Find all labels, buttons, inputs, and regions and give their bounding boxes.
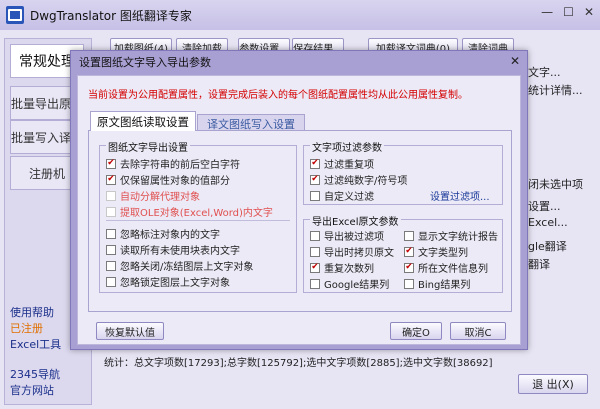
notice-text: 当前设置为公用配置属性，设置完成后装入的每个图纸配置属性均从此公用属性复制。 xyxy=(88,90,468,101)
opt-label: 提取OLE对象(Excel,Word)内文字 xyxy=(120,208,273,219)
checkbox-checked-icon[interactable]: ✔ xyxy=(310,158,320,169)
opt-label: 忽略锁定图层上文字对象 xyxy=(120,278,230,289)
checkbox-disabled-icon xyxy=(106,206,116,217)
checkbox-checked-icon[interactable]: ✔ xyxy=(404,262,414,273)
app-logo-icon xyxy=(6,6,24,24)
export-group-title: 图纸文字导出设置 xyxy=(106,139,190,154)
opt-explode-proxy: 自动分解代理对象 xyxy=(106,188,200,203)
exit-button[interactable]: 退 出(X) xyxy=(518,374,588,394)
opt-label: 忽略标注对象内的文字 xyxy=(120,230,220,241)
minimize-icon[interactable]: — xyxy=(541,5,553,19)
excel-group-title: 导出Excel原文参数 xyxy=(310,213,401,228)
opt-label: 自动分解代理对象 xyxy=(120,192,200,203)
opt-label: 仅保留属性对象的值部分 xyxy=(120,176,230,187)
opt-label: 自定义过滤 xyxy=(324,192,374,203)
dialog-content: 当前设置为公用配置属性，设置完成后装入的每个图纸配置属性均从此公用属性复制。 原… xyxy=(77,75,521,345)
opt-label: 显示文字统计报告 xyxy=(418,232,498,243)
official-site-link[interactable]: 官方网站 xyxy=(10,383,61,399)
opt-trim-whitespace[interactable]: ✔ 去除字符串的前后空白字符 xyxy=(106,156,240,171)
opt-read-unused-blocks[interactable]: 读取所有未使用块表内文字 xyxy=(106,242,240,257)
checkbox-checked-icon[interactable]: ✔ xyxy=(310,262,320,273)
opt-label: 文字类型列 xyxy=(418,248,468,259)
status-bar: 统计：总文字项数[17293];总字数[125792];选中文字项数[2885]… xyxy=(104,358,493,369)
excel-export-group: 导出Excel原文参数 导出被过滤项 显示文字统计报告 导出时拷贝原文 ✔ 文字类… xyxy=(303,213,503,293)
opt-extract-ole-text: 提取OLE对象(Excel,Word)内文字 xyxy=(106,204,273,219)
opt-filter-numeric[interactable]: ✔ 过滤纯数字/符号项 xyxy=(310,172,407,187)
opt-label: 忽略关闭/冻结图层上文字对象 xyxy=(120,262,254,273)
checkbox-checked-icon[interactable]: ✔ xyxy=(404,246,414,257)
checkbox-icon[interactable] xyxy=(310,246,320,257)
right-item-stats[interactable]: 统计详情... xyxy=(528,82,583,98)
right-item-text[interactable]: 文字... xyxy=(528,64,561,80)
right-item-excel[interactable]: Excel... xyxy=(528,216,568,229)
tab-panel: 图纸文字导出设置 ✔ 去除字符串的前后空白字符 ✔ 仅保留属性对象的值部分 自动分解… xyxy=(88,130,512,312)
nav2345-link[interactable]: 2345导航 xyxy=(10,367,61,383)
checkbox-checked-icon[interactable]: ✔ xyxy=(310,174,320,185)
right-item-translate[interactable]: 翻译 xyxy=(528,256,550,272)
checkbox-icon[interactable] xyxy=(310,190,320,201)
opt-label: 去除字符串的前后空白字符 xyxy=(120,160,240,171)
checkbox-checked-icon[interactable]: ✔ xyxy=(106,158,116,169)
opt-filter-duplicates[interactable]: ✔ 过滤重复项 xyxy=(310,156,374,171)
opt-label: 导出时拷贝原文 xyxy=(324,248,394,259)
cancel-button[interactable]: 取消C xyxy=(450,322,506,340)
settings-dialog: 设置图纸文字导入导出参数 ✕ 当前设置为公用配置属性，设置完成后装入的每个图纸配… xyxy=(70,50,528,350)
checkbox-icon[interactable] xyxy=(310,278,320,289)
checkbox-icon[interactable] xyxy=(310,230,320,241)
opt-label: 所在文件信息列 xyxy=(418,264,488,275)
opt-label: 重复次数列 xyxy=(324,264,374,275)
opt-custom-filter[interactable]: 自定义过滤 xyxy=(310,188,374,203)
checkbox-icon[interactable] xyxy=(404,230,414,241)
right-item-close-unselected[interactable]: 闭未选中项 xyxy=(528,176,583,192)
checkbox-icon[interactable] xyxy=(106,244,116,255)
filter-group: 文字项过滤参数 ✔ 过滤重复项 ✔ 过滤纯数字/符号项 自定义过滤 设置过滤项... xyxy=(303,139,503,205)
checkbox-icon[interactable] xyxy=(106,260,116,271)
opt-copy-original[interactable]: 导出时拷贝原文 xyxy=(310,244,394,259)
left-links: 使用帮助 已注册 Excel工具 2345导航 官方网站 xyxy=(10,305,61,399)
opt-file-info-column[interactable]: ✔ 所在文件信息列 xyxy=(404,260,488,275)
opt-ignore-dimension-text[interactable]: 忽略标注对象内的文字 xyxy=(106,226,220,241)
opt-label: 导出被过滤项 xyxy=(324,232,384,243)
filter-group-title: 文字项过滤参数 xyxy=(310,139,384,154)
opt-attribute-value-only[interactable]: ✔ 仅保留属性对象的值部分 xyxy=(106,172,230,187)
window-controls: — ☐ ✕ xyxy=(541,5,594,19)
help-link[interactable]: 使用帮助 xyxy=(10,305,61,321)
opt-label: Google结果列 xyxy=(324,280,390,291)
app-title: DwgTranslator 图纸翻译专家 xyxy=(30,8,192,23)
opt-text-type-column[interactable]: ✔ 文字类型列 xyxy=(404,244,468,259)
dialog-close-icon[interactable]: ✕ xyxy=(507,54,523,68)
maximize-icon[interactable]: ☐ xyxy=(563,5,574,19)
dialog-title: 设置图纸文字导入导出参数 xyxy=(79,56,211,69)
export-settings-group: 图纸文字导出设置 ✔ 去除字符串的前后空白字符 ✔ 仅保留属性对象的值部分 自动分解… xyxy=(99,139,297,293)
app-title-bar: DwgTranslator 图纸翻译专家 — ☐ ✕ xyxy=(0,0,600,30)
opt-ignore-frozen-layers[interactable]: 忽略关闭/冻结图层上文字对象 xyxy=(106,258,253,273)
checkbox-checked-icon[interactable]: ✔ xyxy=(106,174,116,185)
right-item-google[interactable]: gle翻译 xyxy=(528,238,567,254)
opt-label: Bing结果列 xyxy=(418,280,471,291)
opt-label: 过滤纯数字/符号项 xyxy=(324,176,408,187)
set-filter-link[interactable]: 设置过滤项... xyxy=(430,188,490,203)
checkbox-icon[interactable] xyxy=(404,278,414,289)
group-divider xyxy=(106,220,290,221)
tab-read-settings[interactable]: 原文图纸读取设置 xyxy=(90,111,196,131)
opt-ignore-locked-layers[interactable]: 忽略锁定图层上文字对象 xyxy=(106,274,230,289)
right-item-settings[interactable]: 设置... xyxy=(528,198,561,214)
restore-defaults-button[interactable]: 恢复默认值 xyxy=(96,322,164,340)
checkbox-disabled-icon xyxy=(106,190,116,201)
checkbox-icon[interactable] xyxy=(106,276,116,287)
close-icon[interactable]: ✕ xyxy=(584,5,594,19)
excel-tool-link[interactable]: Excel工具 xyxy=(10,337,61,353)
opt-label: 读取所有未使用块表内文字 xyxy=(120,246,240,257)
opt-bing-column[interactable]: Bing结果列 xyxy=(404,276,470,291)
opt-repeat-count-column[interactable]: ✔ 重复次数列 xyxy=(310,260,374,275)
opt-export-filtered[interactable]: 导出被过滤项 xyxy=(310,228,384,243)
ok-button[interactable]: 确定O xyxy=(390,322,442,340)
opt-show-stats-report[interactable]: 显示文字统计报告 xyxy=(404,228,498,243)
registered-label: 已注册 xyxy=(10,322,43,335)
opt-google-column[interactable]: Google结果列 xyxy=(310,276,389,291)
opt-label: 过滤重复项 xyxy=(324,160,374,171)
checkbox-icon[interactable] xyxy=(106,228,116,239)
